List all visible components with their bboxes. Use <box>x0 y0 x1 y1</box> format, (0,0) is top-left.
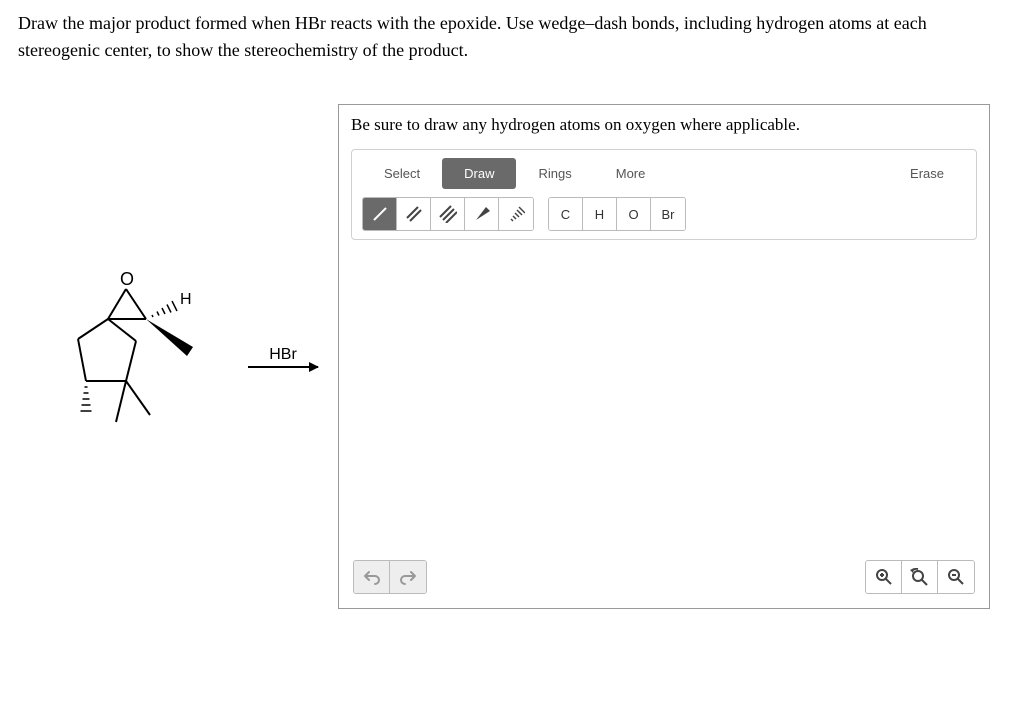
tab-more[interactable]: More <box>594 158 668 189</box>
tab-rings[interactable]: Rings <box>516 158 593 189</box>
zoom-out-button[interactable] <box>938 561 974 593</box>
reagent-label: HBr <box>269 346 297 364</box>
tab-select[interactable]: Select <box>362 158 442 189</box>
zoom-in-button[interactable] <box>866 561 902 593</box>
editor-toolbar: Select Draw Rings More Erase <box>351 149 977 240</box>
reactant-structure: O H <box>38 257 218 457</box>
question-line-1: Draw the major product formed when HBr r… <box>18 13 927 33</box>
atom-c-button[interactable]: C <box>549 198 583 230</box>
single-bond-tool[interactable] <box>363 198 397 230</box>
double-bond-tool[interactable] <box>397 198 431 230</box>
structure-editor: Be sure to draw any hydrogen atoms on ox… <box>338 104 990 609</box>
question-text: Draw the major product formed when HBr r… <box>18 10 1006 64</box>
redo-button[interactable] <box>390 561 426 593</box>
zoom-reset-button[interactable] <box>902 561 938 593</box>
oxygen-atom-label: O <box>120 269 134 289</box>
dash-bond-tool[interactable] <box>499 198 533 230</box>
drawing-canvas[interactable] <box>339 240 989 550</box>
zoom-group <box>865 560 975 594</box>
atom-h-button[interactable]: H <box>583 198 617 230</box>
reaction-arrow <box>248 366 318 368</box>
atom-br-button[interactable]: Br <box>651 198 685 230</box>
erase-button[interactable]: Erase <box>888 158 966 189</box>
hydrogen-atom-label: H <box>180 291 192 308</box>
tab-draw[interactable]: Draw <box>442 158 516 189</box>
editor-footer <box>339 550 989 608</box>
question-line-2: stereogenic center, to show the stereoch… <box>18 40 468 60</box>
triple-bond-tool[interactable] <box>431 198 465 230</box>
atom-o-button[interactable]: O <box>617 198 651 230</box>
undo-redo-group <box>353 560 427 594</box>
atom-tool-group: C H O Br <box>548 197 686 231</box>
bond-tool-group <box>362 197 534 231</box>
reactant-panel: O H <box>38 257 318 457</box>
undo-button[interactable] <box>354 561 390 593</box>
wedge-bond-tool[interactable] <box>465 198 499 230</box>
reaction-arrow-group: HBr <box>248 346 318 368</box>
editor-instruction: Be sure to draw any hydrogen atoms on ox… <box>339 105 989 149</box>
